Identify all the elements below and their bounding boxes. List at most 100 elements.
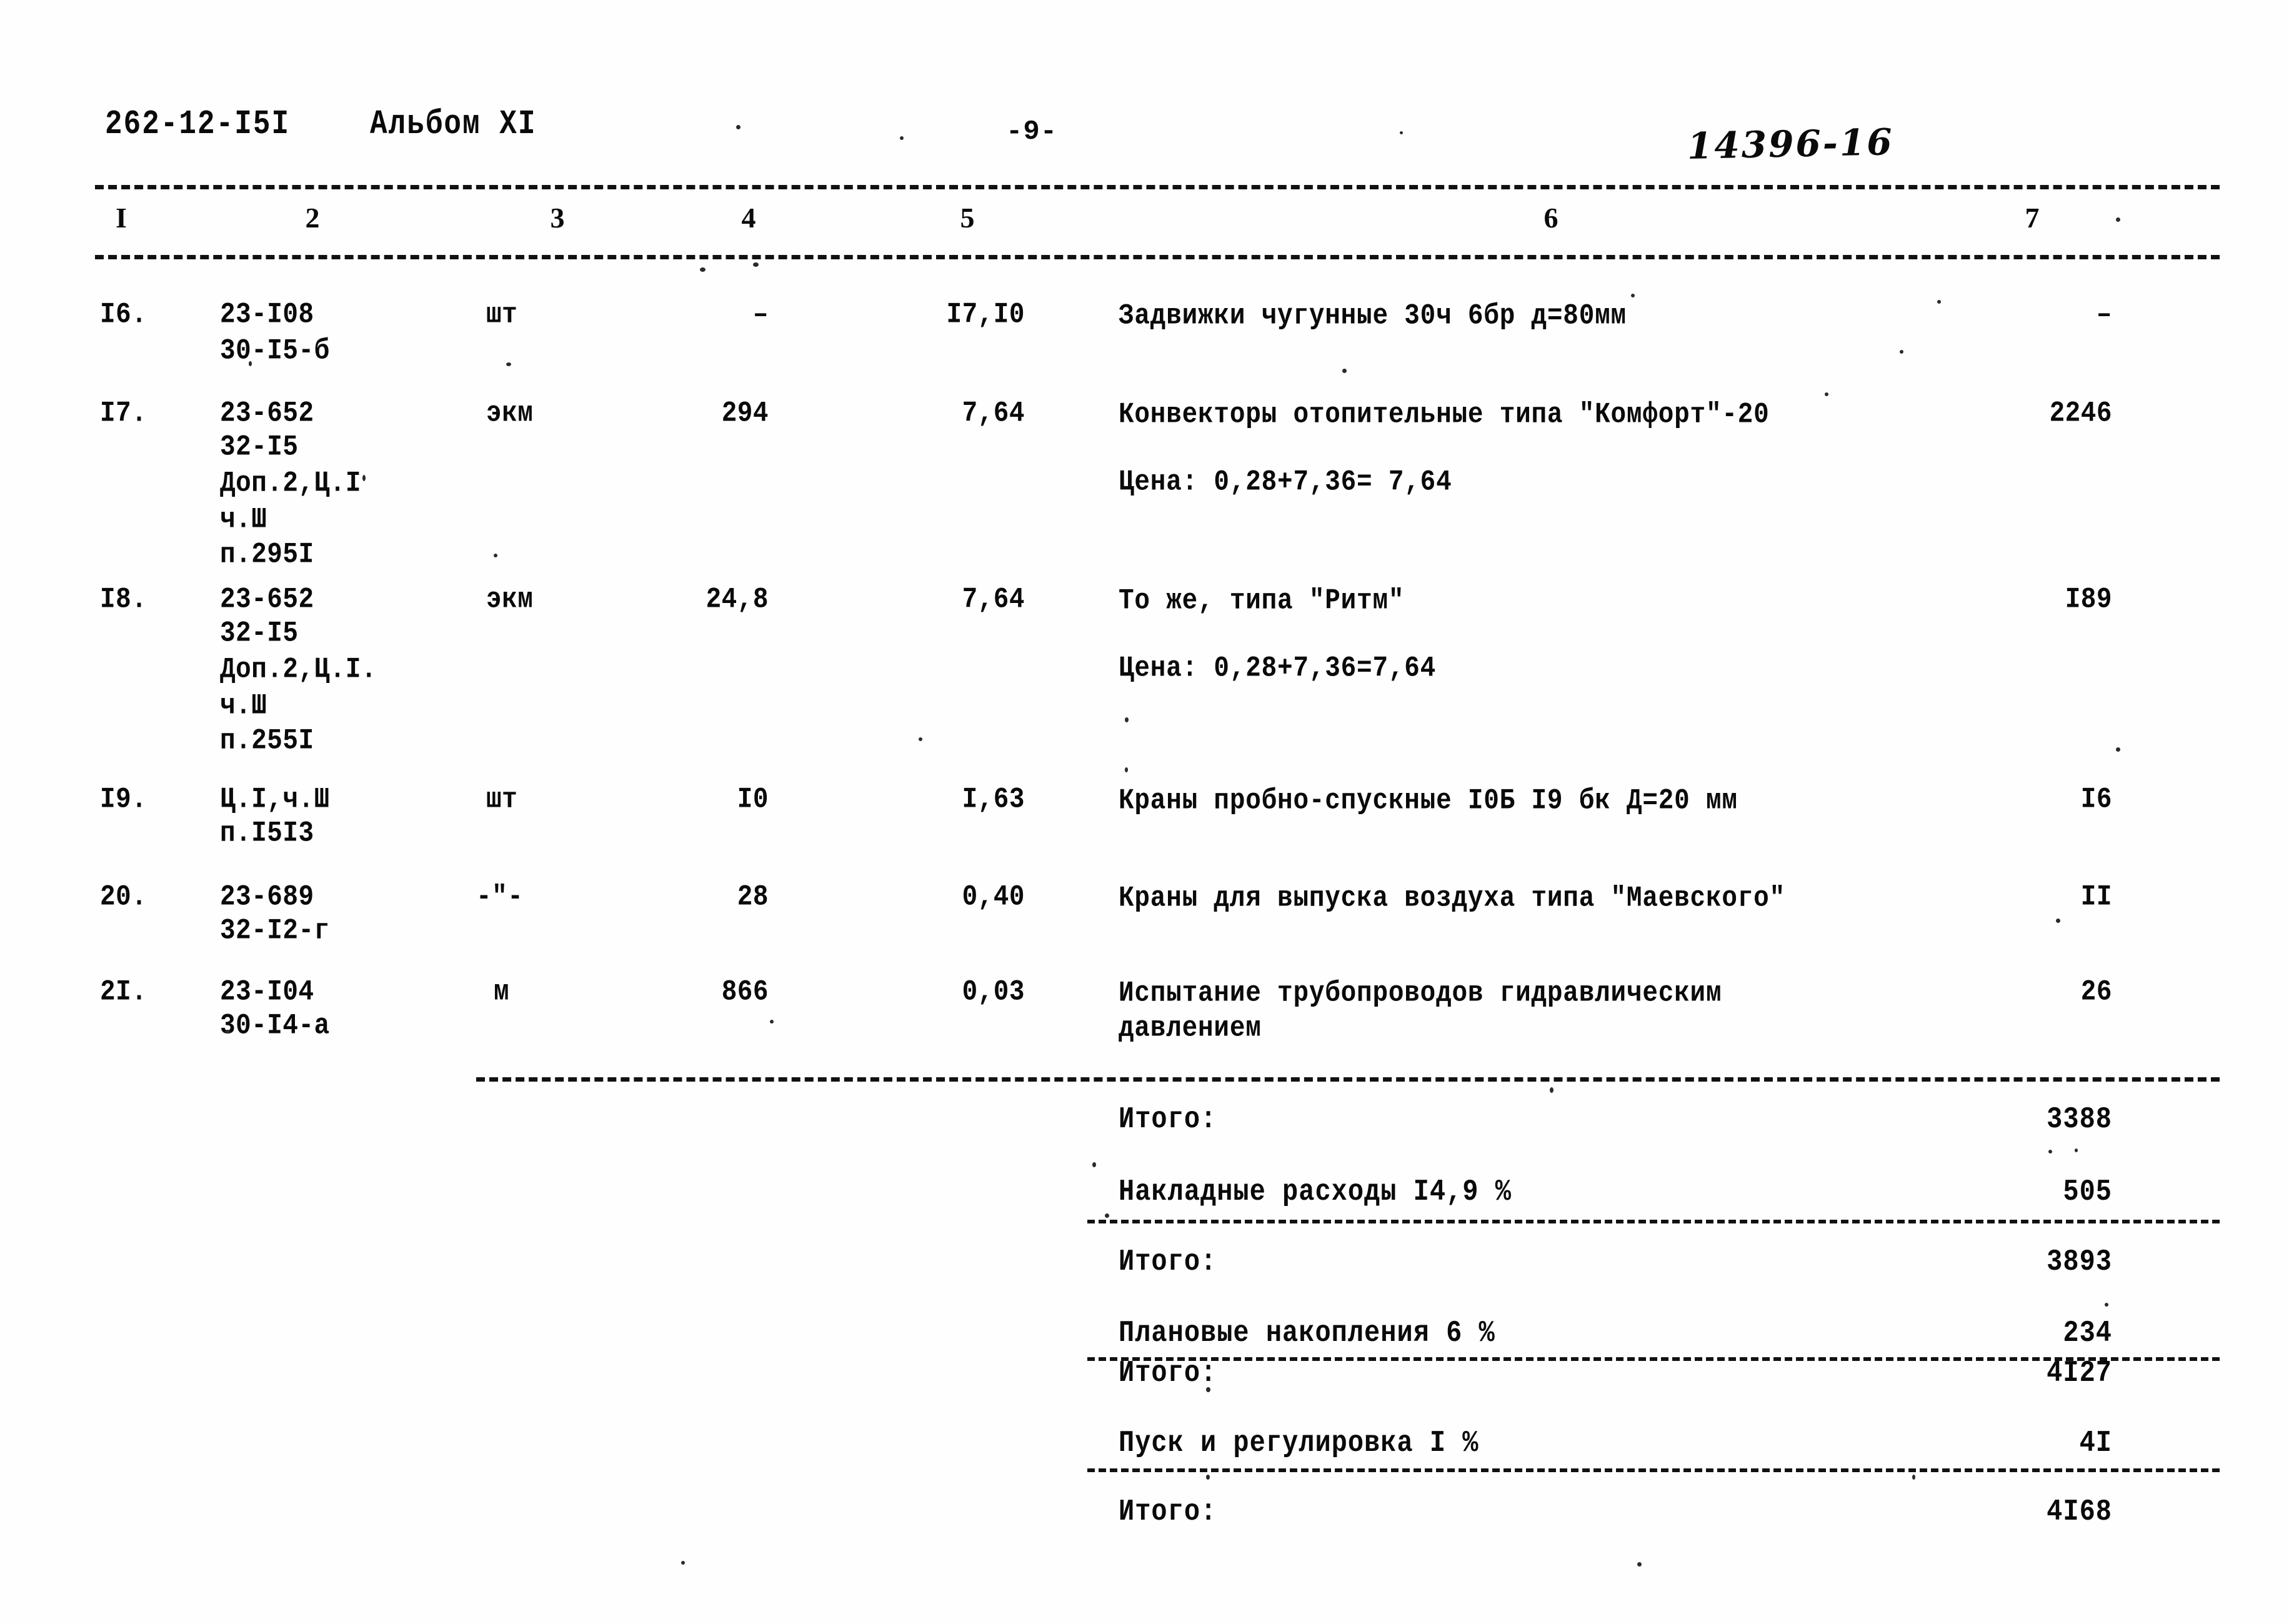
row-unit: экм xyxy=(486,584,534,617)
row-code-line: 32-I2-г xyxy=(220,915,330,948)
row-number: 2I. xyxy=(100,976,147,1009)
row-code-line: п.255I xyxy=(220,725,314,758)
summary-rule-2 xyxy=(1087,1220,2220,1223)
scan-speck xyxy=(1825,392,1828,396)
summary-value-total-4: 4I68 xyxy=(2047,1495,2112,1529)
column-header-7: 7 xyxy=(2025,202,2040,234)
summary-value-total-3: 4I27 xyxy=(2047,1356,2112,1390)
scan-speck xyxy=(506,362,511,366)
row-description-price-note: Цена: 0,28+7,36=7,64 xyxy=(1119,652,1437,685)
table-header-rule xyxy=(95,255,2220,259)
row-description: Краны для выпуска воздуха типа "Маевског… xyxy=(1119,882,1785,915)
row-total: I89 xyxy=(2065,584,2112,617)
scan-speck xyxy=(1900,350,1903,354)
scan-speck xyxy=(2056,919,2060,923)
scan-speck xyxy=(1206,1387,1210,1392)
row-code-line: п.295I xyxy=(220,539,314,572)
row-price: 0,40 xyxy=(962,881,1025,914)
summary-label-total-3: Итого: xyxy=(1119,1356,1217,1390)
row-unit: шт xyxy=(486,299,518,332)
column-header-6: 6 xyxy=(1543,202,1558,234)
page-marker: -9- xyxy=(1006,116,1058,147)
summary-value-total-1: 3388 xyxy=(2047,1102,2112,1137)
summary-label-total-2: Итого: xyxy=(1119,1245,1217,1279)
summary-value-overhead: 505 xyxy=(2063,1175,2112,1209)
row-price: 0,03 xyxy=(962,976,1025,1009)
archive-stamp-number: 14396-16 xyxy=(1687,121,1895,167)
scan-speck xyxy=(1937,300,1941,304)
row-code-line: 32-I5 xyxy=(220,431,299,464)
summary-label-total-4: Итого: xyxy=(1119,1495,1217,1529)
scan-speck xyxy=(1125,717,1129,722)
row-unit: экм xyxy=(486,397,534,431)
summary-label-total-1: Итого: xyxy=(1119,1102,1217,1137)
scan-speck xyxy=(1206,1475,1210,1480)
row-total: I6 xyxy=(2080,784,2112,817)
row-description: Конвекторы отопительные типа "Комфорт"-2… xyxy=(1119,398,1770,432)
row-quantity: 28 xyxy=(737,881,769,914)
column-header-4: 4 xyxy=(741,202,756,234)
scan-speck xyxy=(753,262,759,267)
summary-label-overhead: Накладные расходы I4,9 % xyxy=(1119,1175,1512,1209)
scan-speck xyxy=(225,1030,230,1034)
row-unit: шт xyxy=(486,784,518,817)
column-header-1: I xyxy=(116,202,127,234)
summary-value-total-2: 3893 xyxy=(2047,1245,2112,1279)
summary-label-startup-adjustment: Пуск и регулировка I % xyxy=(1119,1426,1479,1460)
summary-label-planned-savings: Плановые накопления 6 % xyxy=(1119,1316,1495,1350)
scan-speck xyxy=(700,267,706,272)
scan-speck xyxy=(1092,1162,1096,1167)
row-total: II xyxy=(2080,881,2112,914)
row-price: 7,64 xyxy=(962,584,1025,617)
row-number: I6. xyxy=(100,299,147,332)
row-code-line: 30-I4-а xyxy=(220,1010,330,1043)
row-description: Краны пробно-спускные I0Б I9 бк Д=20 мм xyxy=(1119,784,1738,818)
scan-speck xyxy=(900,136,904,140)
column-header-2: 2 xyxy=(305,202,320,234)
document-code: 262-12-I5I xyxy=(105,105,291,144)
scan-speck xyxy=(1125,767,1128,772)
row-total: 2246 xyxy=(2049,397,2112,431)
summary-rule-4 xyxy=(1087,1468,2220,1472)
scan-speck xyxy=(2116,747,2120,752)
row-number: 20. xyxy=(100,881,147,914)
scan-speck xyxy=(2116,217,2120,222)
row-quantity: 294 xyxy=(721,397,769,431)
row-price: I7,I0 xyxy=(946,299,1025,332)
scan-speck xyxy=(1342,369,1347,373)
scan-speck xyxy=(1912,1475,1915,1480)
row-number: I8. xyxy=(100,584,147,617)
row-code-line: Доп.2,Ц.I. xyxy=(220,654,377,687)
scan-speck xyxy=(736,125,741,129)
row-description: То же, типа "Ритм" xyxy=(1119,584,1405,618)
row-price: I,63 xyxy=(962,784,1025,817)
scan-speck xyxy=(2105,1303,2108,1307)
scan-speck xyxy=(919,737,922,741)
row-description-price-note: Цена: 0,28+7,36= 7,64 xyxy=(1119,466,1452,499)
row-unit: м xyxy=(494,976,510,1009)
scan-speck xyxy=(770,1020,774,1024)
row-quantity: 866 xyxy=(721,976,769,1009)
scan-speck xyxy=(1631,294,1635,297)
table-top-rule xyxy=(95,185,2220,189)
row-price: 7,64 xyxy=(962,397,1025,431)
row-quantity: – xyxy=(752,299,769,332)
scan-speck xyxy=(494,554,497,557)
row-total: – xyxy=(2096,299,2112,332)
row-quantity: 24,8 xyxy=(706,584,769,617)
summary-top-rule xyxy=(476,1077,2220,1082)
column-header-5: 5 xyxy=(960,202,975,234)
summary-value-planned-savings: 234 xyxy=(2063,1316,2112,1350)
row-code-line: 30-I5-б xyxy=(220,335,330,368)
row-code-line: 23-I08 xyxy=(220,299,314,332)
row-code-line: 32-I5 xyxy=(220,617,299,650)
scan-speck xyxy=(2048,1150,2052,1153)
row-unit: -"- xyxy=(476,881,524,914)
scan-speck xyxy=(1637,1562,1642,1567)
scan-speck xyxy=(2075,1148,2078,1152)
album-label: Альбом XI xyxy=(370,105,537,144)
row-number: I9. xyxy=(100,784,147,817)
row-description: Задвижки чугунные 30ч 6бр д=80мм xyxy=(1119,299,1627,333)
row-code-line: Доп.2,Ц.I xyxy=(220,467,361,501)
scan-speck xyxy=(249,361,252,366)
